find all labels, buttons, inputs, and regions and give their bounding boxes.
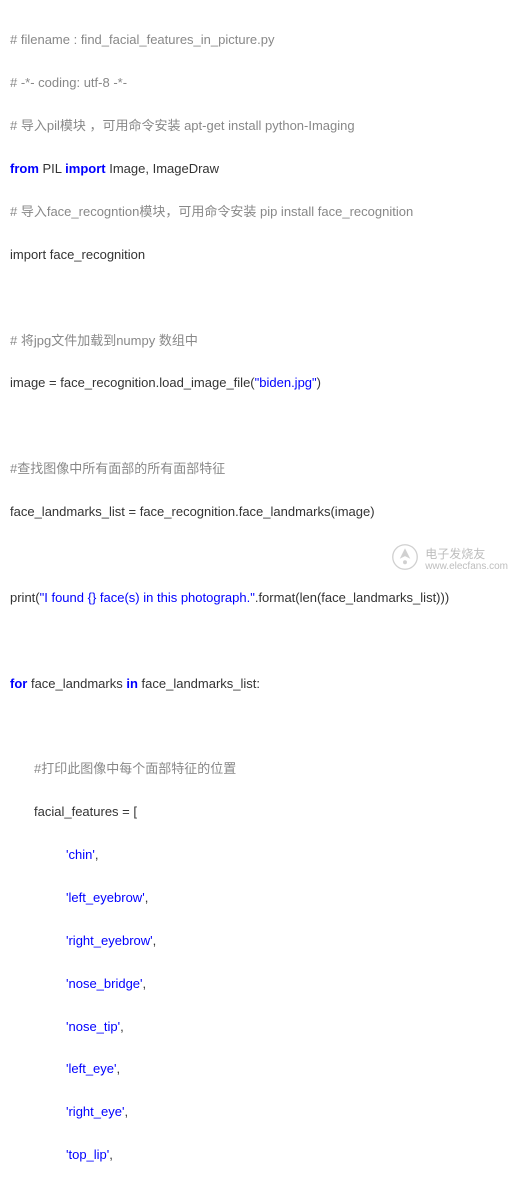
code-text: PIL [39, 161, 65, 176]
watermark-en: www.elecfans.com [425, 561, 508, 573]
keyword-from: from [10, 161, 39, 176]
comma: , [124, 1104, 128, 1119]
blank-line [10, 715, 510, 736]
code-line: # 将jpg文件加载到numpy 数组中 [10, 330, 510, 351]
code-line: # 导入pil模块 ，可用命令安装 apt-get install python… [10, 115, 510, 136]
string-literal: 'top_lip' [66, 1147, 109, 1162]
comma: , [109, 1147, 113, 1162]
code-line: 'chin', [10, 844, 510, 865]
watermark: 电子发烧友 www.elecfans.com [391, 543, 508, 577]
comment-text: # 导入pil模块 ，可用命令安装 apt-get install python… [10, 118, 355, 133]
code-line: #打印此图像中每个面部特征的位置 [10, 758, 510, 779]
string-literal: 'chin' [66, 847, 95, 862]
code-line: 'right_eye', [10, 1101, 510, 1122]
code-line: import face_recognition [10, 244, 510, 265]
comma: , [95, 847, 99, 862]
blank-line [10, 287, 510, 308]
code-line: face_landmarks_list = face_recognition.f… [10, 501, 510, 522]
code-line: 'nose_bridge', [10, 973, 510, 994]
string-literal: 'nose_tip' [66, 1019, 120, 1034]
keyword-in: in [126, 676, 138, 691]
code-text: face_landmarks_list: [138, 676, 260, 691]
code-block: # filename : find_facial_features_in_pic… [10, 8, 510, 1190]
blank-line [10, 630, 510, 651]
code-line: # filename : find_facial_features_in_pic… [10, 29, 510, 50]
string-literal: 'nose_bridge' [66, 976, 143, 991]
code-text: face_landmarks [27, 676, 126, 691]
comma: , [153, 933, 157, 948]
keyword-for: for [10, 676, 27, 691]
code-line: 'left_eye', [10, 1058, 510, 1079]
comma: , [143, 976, 147, 991]
string-literal: 'right_eye' [66, 1104, 124, 1119]
code-text: Image, ImageDraw [106, 161, 219, 176]
comma: , [145, 890, 149, 905]
comment-text: #查找图像中所有面部的所有面部特征 [10, 461, 225, 476]
string-literal: "biden.jpg" [255, 375, 317, 390]
code-text: print( [10, 590, 40, 605]
code-line: # 导入face_recogntion模块，可用命令安装 pip install… [10, 201, 510, 222]
code-text: facial_features = [ [34, 804, 137, 819]
code-line: from PIL import Image, ImageDraw [10, 158, 510, 179]
code-line: for face_landmarks in face_landmarks_lis… [10, 673, 510, 694]
watermark-text: 电子发烧友 www.elecfans.com [425, 547, 508, 573]
code-line: # -*- coding: utf-8 -*- [10, 72, 510, 93]
comment-text: # -*- coding: utf-8 -*- [10, 75, 127, 90]
comment-text: # 导入face_recogntion模块，可用命令安装 pip install… [10, 204, 413, 219]
comment-text: #打印此图像中每个面部特征的位置 [34, 761, 236, 776]
code-line: 'bottom_lip' [10, 1187, 510, 1190]
comma: , [120, 1019, 124, 1034]
blank-line [10, 415, 510, 436]
watermark-cn: 电子发烧友 [425, 547, 508, 561]
code-line: 'nose_tip', [10, 1016, 510, 1037]
code-line: 'top_lip', [10, 1144, 510, 1165]
code-line: print("I found {} face(s) in this photog… [10, 587, 510, 608]
code-line: image = face_recognition.load_image_file… [10, 372, 510, 393]
code-text: image = face_recognition.load_image_file… [10, 375, 255, 390]
code-text: import face_recognition [10, 247, 145, 262]
string-literal: "I found {} face(s) in this photograph." [40, 590, 255, 605]
comment-text: # 将jpg文件加载到numpy 数组中 [10, 333, 198, 348]
string-literal: 'left_eye' [66, 1061, 117, 1076]
code-text: .format(len(face_landmarks_list))) [255, 590, 449, 605]
comment-text: # filename : find_facial_features_in_pic… [10, 32, 275, 47]
string-literal: 'right_eyebrow' [66, 933, 153, 948]
code-line: facial_features = [ [10, 801, 510, 822]
keyword-import: import [65, 161, 105, 176]
code-text: ) [317, 375, 321, 390]
code-line: #查找图像中所有面部的所有面部特征 [10, 458, 510, 479]
code-text: face_landmarks_list = face_recognition.f… [10, 504, 375, 519]
string-literal: 'left_eyebrow' [66, 890, 145, 905]
logo-icon [391, 543, 419, 577]
code-line: 'right_eyebrow', [10, 930, 510, 951]
code-line: 'left_eyebrow', [10, 887, 510, 908]
comma: , [117, 1061, 121, 1076]
